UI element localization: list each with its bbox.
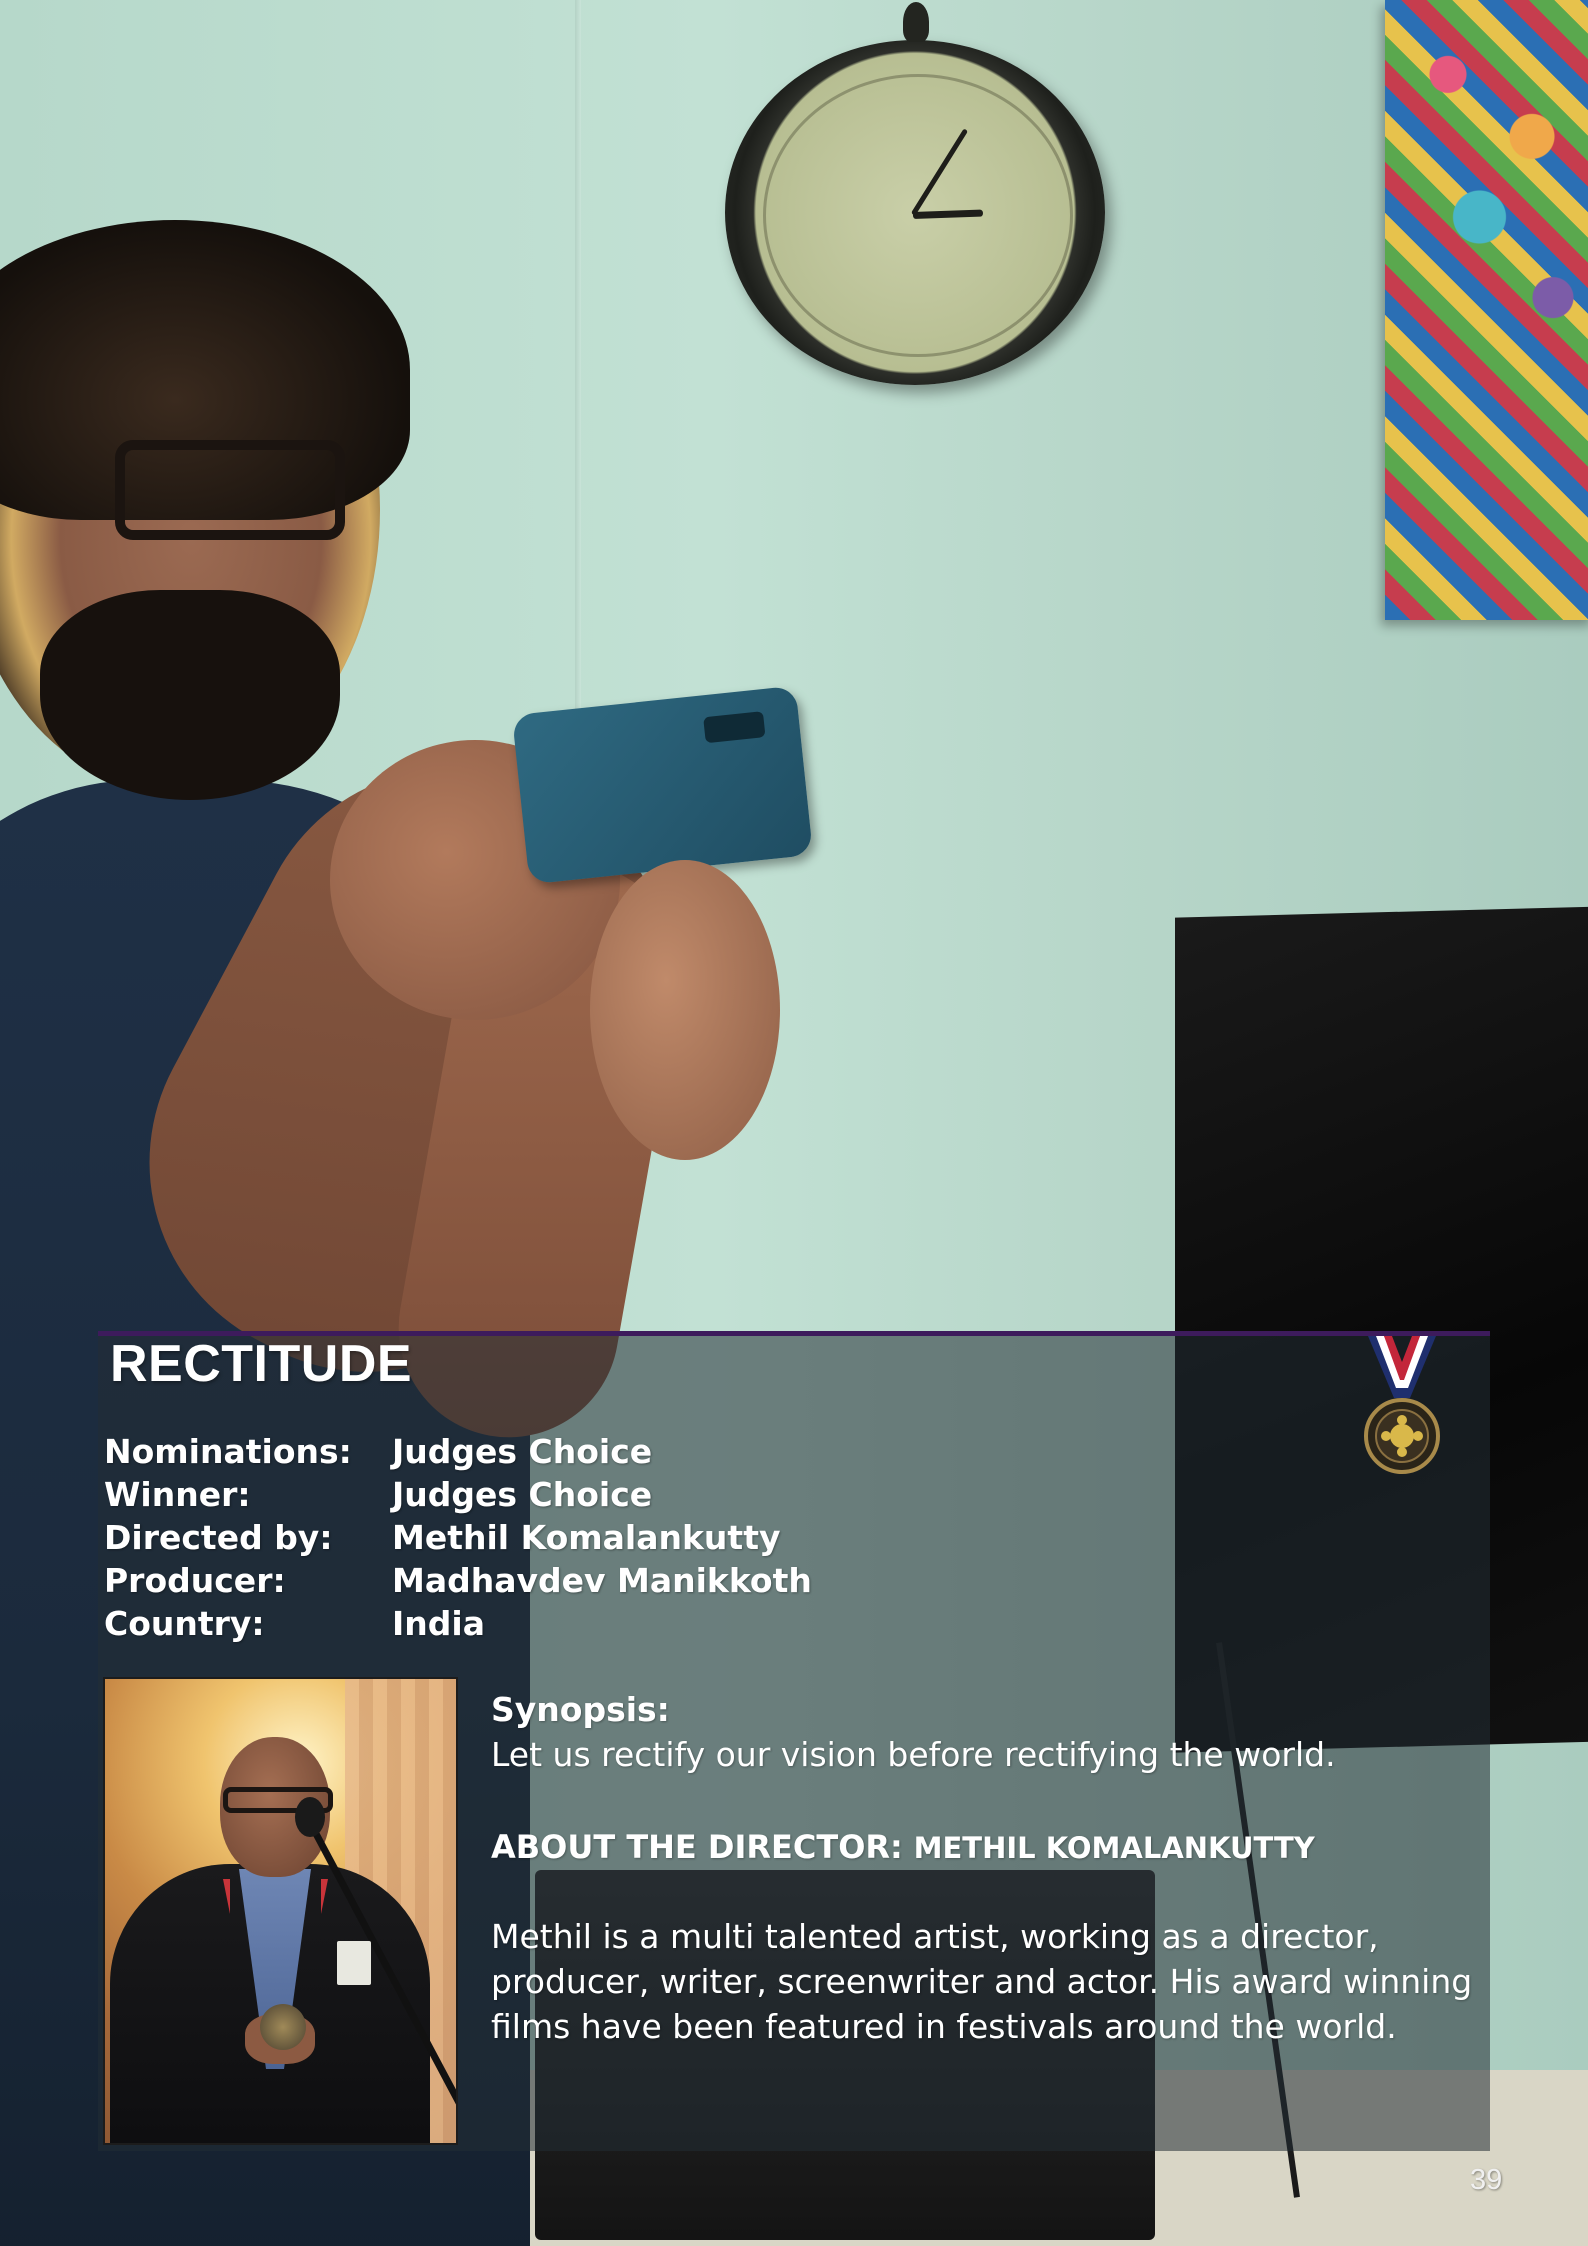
detail-row-winner: Winner: Judges Choice xyxy=(104,1473,812,1516)
detail-row-nominations: Nominations: Judges Choice xyxy=(104,1430,812,1473)
synopsis-label: Synopsis: xyxy=(491,1690,670,1729)
about-director-heading: ABOUT THE DIRECTOR: METHIL KOMALANKUTTY xyxy=(491,1825,1491,1871)
about-director-prefix: ABOUT THE DIRECTOR: xyxy=(491,1828,903,1866)
smartphone xyxy=(511,685,814,885)
phone-camera xyxy=(703,711,766,744)
medal-icon xyxy=(1364,1336,1440,1474)
detail-label: Directed by: xyxy=(104,1518,333,1557)
detail-row-director: Directed by: Methil Komalankutty xyxy=(104,1516,812,1559)
detail-label: Producer: xyxy=(104,1561,286,1600)
director-name: METHIL KOMALANKUTTY xyxy=(913,1831,1315,1865)
film-title: RECTITUDE xyxy=(110,1335,413,1393)
wall-clock xyxy=(725,2,1105,385)
person-glasses xyxy=(115,440,345,540)
person-hand-right xyxy=(590,860,780,1160)
director-bio: Methil is a multi talented artist, worki… xyxy=(491,1917,1473,2046)
detail-label: Winner: xyxy=(104,1475,251,1514)
detail-row-producer: Producer: Madhavdev Manikkoth xyxy=(104,1559,812,1602)
director-photo xyxy=(103,1677,458,2145)
detail-label: Country: xyxy=(104,1604,265,1643)
detail-value: Methil Komalankutty xyxy=(392,1518,781,1557)
film-details: Nominations: Judges Choice Winner: Judge… xyxy=(104,1430,812,1645)
detail-row-country: Country: India xyxy=(104,1602,812,1645)
detail-label: Nominations: xyxy=(104,1432,352,1471)
director-medal xyxy=(260,2004,306,2050)
detail-value: Judges Choice xyxy=(392,1475,653,1514)
detail-value: India xyxy=(392,1604,485,1643)
detail-value: Madhavdev Manikkoth xyxy=(392,1561,812,1600)
page-number: 39 xyxy=(1470,2164,1503,2196)
synopsis-block: Synopsis: Let us rectify our vision befo… xyxy=(491,1687,1491,1777)
synopsis-text: Let us rectify our vision before rectify… xyxy=(491,1735,1336,1774)
name-badge xyxy=(337,1941,371,1985)
clock-hanger xyxy=(903,2,929,42)
person-beard xyxy=(40,590,340,800)
microphone xyxy=(295,1797,325,1837)
wall-painting xyxy=(1385,0,1588,620)
detail-value: Judges Choice xyxy=(392,1432,653,1471)
